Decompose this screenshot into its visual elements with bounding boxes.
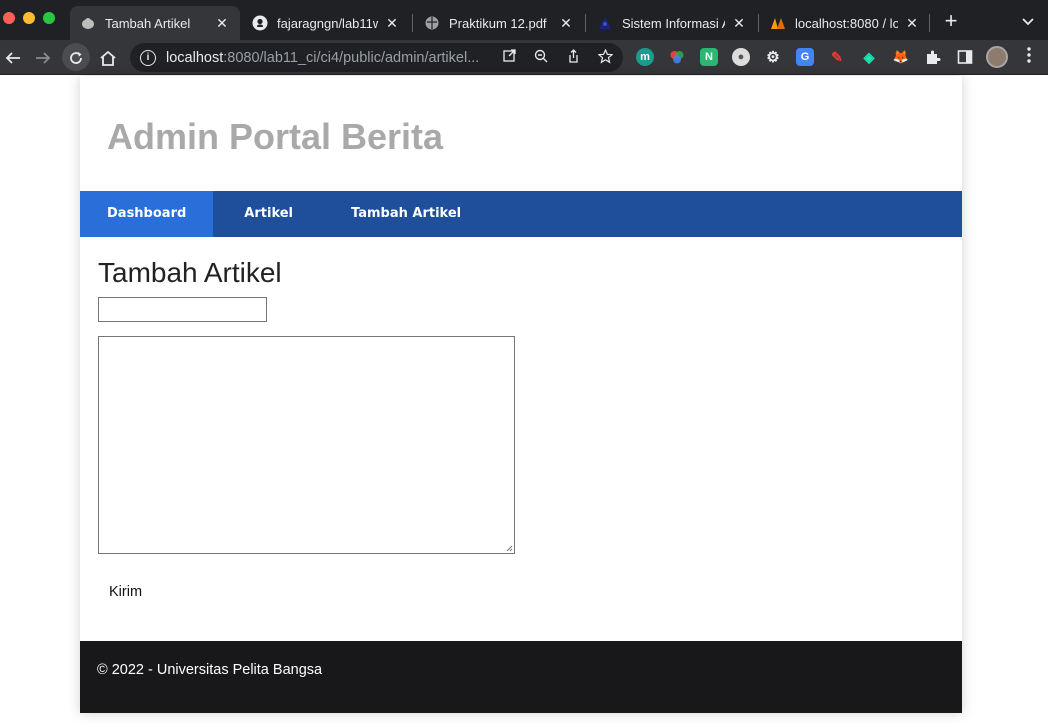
bookmark-star-icon[interactable]	[596, 48, 614, 67]
main-nav: Dashboard Artikel Tambah Artikel	[80, 191, 962, 237]
resize-grip-icon[interactable]	[505, 544, 513, 552]
browser-tab-praktikum-pdf[interactable]: Praktikum 12.pdf ✕	[414, 6, 584, 40]
close-icon[interactable]: ✕	[214, 15, 230, 31]
share-icon[interactable]	[564, 49, 582, 67]
address-bar[interactable]: i localhost:8080/lab11_ci/ci4/public/adm…	[130, 43, 623, 72]
elephant-icon	[80, 15, 96, 31]
forward-button[interactable]	[30, 45, 56, 71]
extension-fox-icon[interactable]: 🦊	[892, 48, 910, 66]
extension-owl-icon[interactable]: ●	[732, 48, 750, 66]
page-container: Admin Portal Berita Dashboard Artikel Ta…	[80, 76, 962, 713]
extension-pen-icon[interactable]: ✎	[828, 48, 846, 66]
phpmyadmin-icon	[770, 15, 786, 31]
browser-tab-sistem-informasi[interactable]: Sistem Informasi Ak ✕	[587, 6, 757, 40]
site-title: Admin Portal Berita	[107, 116, 444, 157]
nav-item-tambah-artikel[interactable]: Tambah Artikel	[324, 191, 488, 237]
tab-title: Praktikum 12.pdf	[449, 15, 547, 31]
site-header: Admin Portal Berita	[80, 76, 962, 191]
close-icon[interactable]: ✕	[558, 15, 574, 31]
close-icon[interactable]: ✕	[384, 15, 400, 31]
kirim-button[interactable]: Kirim	[98, 575, 154, 609]
page-viewport: Admin Portal Berita Dashboard Artikel Ta…	[0, 76, 1048, 727]
home-button[interactable]	[95, 45, 121, 71]
nav-item-dashboard[interactable]: Dashboard	[80, 191, 214, 237]
profile-avatar[interactable]	[986, 46, 1008, 68]
extension-color-icon[interactable]	[668, 48, 686, 66]
university-icon	[597, 15, 613, 31]
open-in-app-icon[interactable]	[500, 49, 518, 67]
github-icon	[252, 15, 268, 31]
tab-divider	[412, 14, 413, 32]
browser-tab-phpmyadmin[interactable]: localhost:8080 / lo ✕	[760, 6, 930, 40]
new-tab-button[interactable]: +	[940, 10, 962, 32]
tab-title: Sistem Informasi Ak	[622, 15, 725, 31]
close-icon[interactable]: ✕	[731, 15, 747, 31]
nav-item-artikel[interactable]: Artikel	[213, 191, 324, 237]
back-button[interactable]	[0, 45, 26, 71]
zoom-icon[interactable]	[532, 49, 550, 67]
tab-title: Tambah Artikel	[105, 15, 191, 31]
tab-title: localhost:8080 / lo	[795, 15, 898, 31]
extension-n-icon[interactable]: N	[700, 48, 718, 66]
extension-gear-icon[interactable]: ⚙	[764, 48, 782, 66]
page-title: Tambah Artikel	[98, 257, 282, 288]
judul-input[interactable]	[98, 297, 267, 322]
browser-tab-github[interactable]: fajaragngn/lab11we ✕	[242, 6, 410, 40]
site-footer: © 2022 - Universitas Pelita Bangsa	[80, 641, 962, 713]
site-info-icon[interactable]: i	[140, 49, 156, 66]
tab-divider	[585, 14, 586, 32]
reload-button[interactable]	[63, 45, 89, 71]
window-minimize-button[interactable]	[23, 12, 35, 24]
address-url[interactable]: localhost:8080/lab11_ci/ci4/public/admin…	[166, 50, 479, 66]
tab-search-chevron-icon[interactable]	[1018, 12, 1038, 32]
browser-toolbar: i localhost:8080/lab11_ci/ci4/public/adm…	[0, 40, 1048, 75]
window-close-button[interactable]	[3, 12, 15, 24]
extensions-puzzle-icon[interactable]	[924, 48, 942, 66]
extension-translate-icon[interactable]: G	[796, 48, 814, 66]
footer-copyright: © 2022 - Universitas Pelita Bangsa	[97, 662, 323, 678]
extension-diamond-icon[interactable]: ◈	[860, 48, 878, 66]
tab-title: fajaragngn/lab11we	[277, 15, 378, 31]
globe-icon	[424, 15, 440, 31]
browser-tab-tambah-artikel[interactable]: Tambah Artikel ✕	[70, 6, 240, 40]
browser-tab-strip: Tambah Artikel ✕ fajaragngn/lab11we ✕ Pr…	[0, 0, 1048, 40]
close-icon[interactable]: ✕	[904, 15, 920, 31]
tab-divider	[758, 14, 759, 32]
extension-m-icon[interactable]: m	[636, 48, 654, 66]
isi-textarea[interactable]	[98, 336, 515, 554]
side-panel-icon[interactable]	[956, 48, 974, 66]
tab-divider	[929, 14, 930, 32]
more-menu-icon[interactable]	[1020, 46, 1038, 68]
window-zoom-button[interactable]	[43, 12, 55, 24]
